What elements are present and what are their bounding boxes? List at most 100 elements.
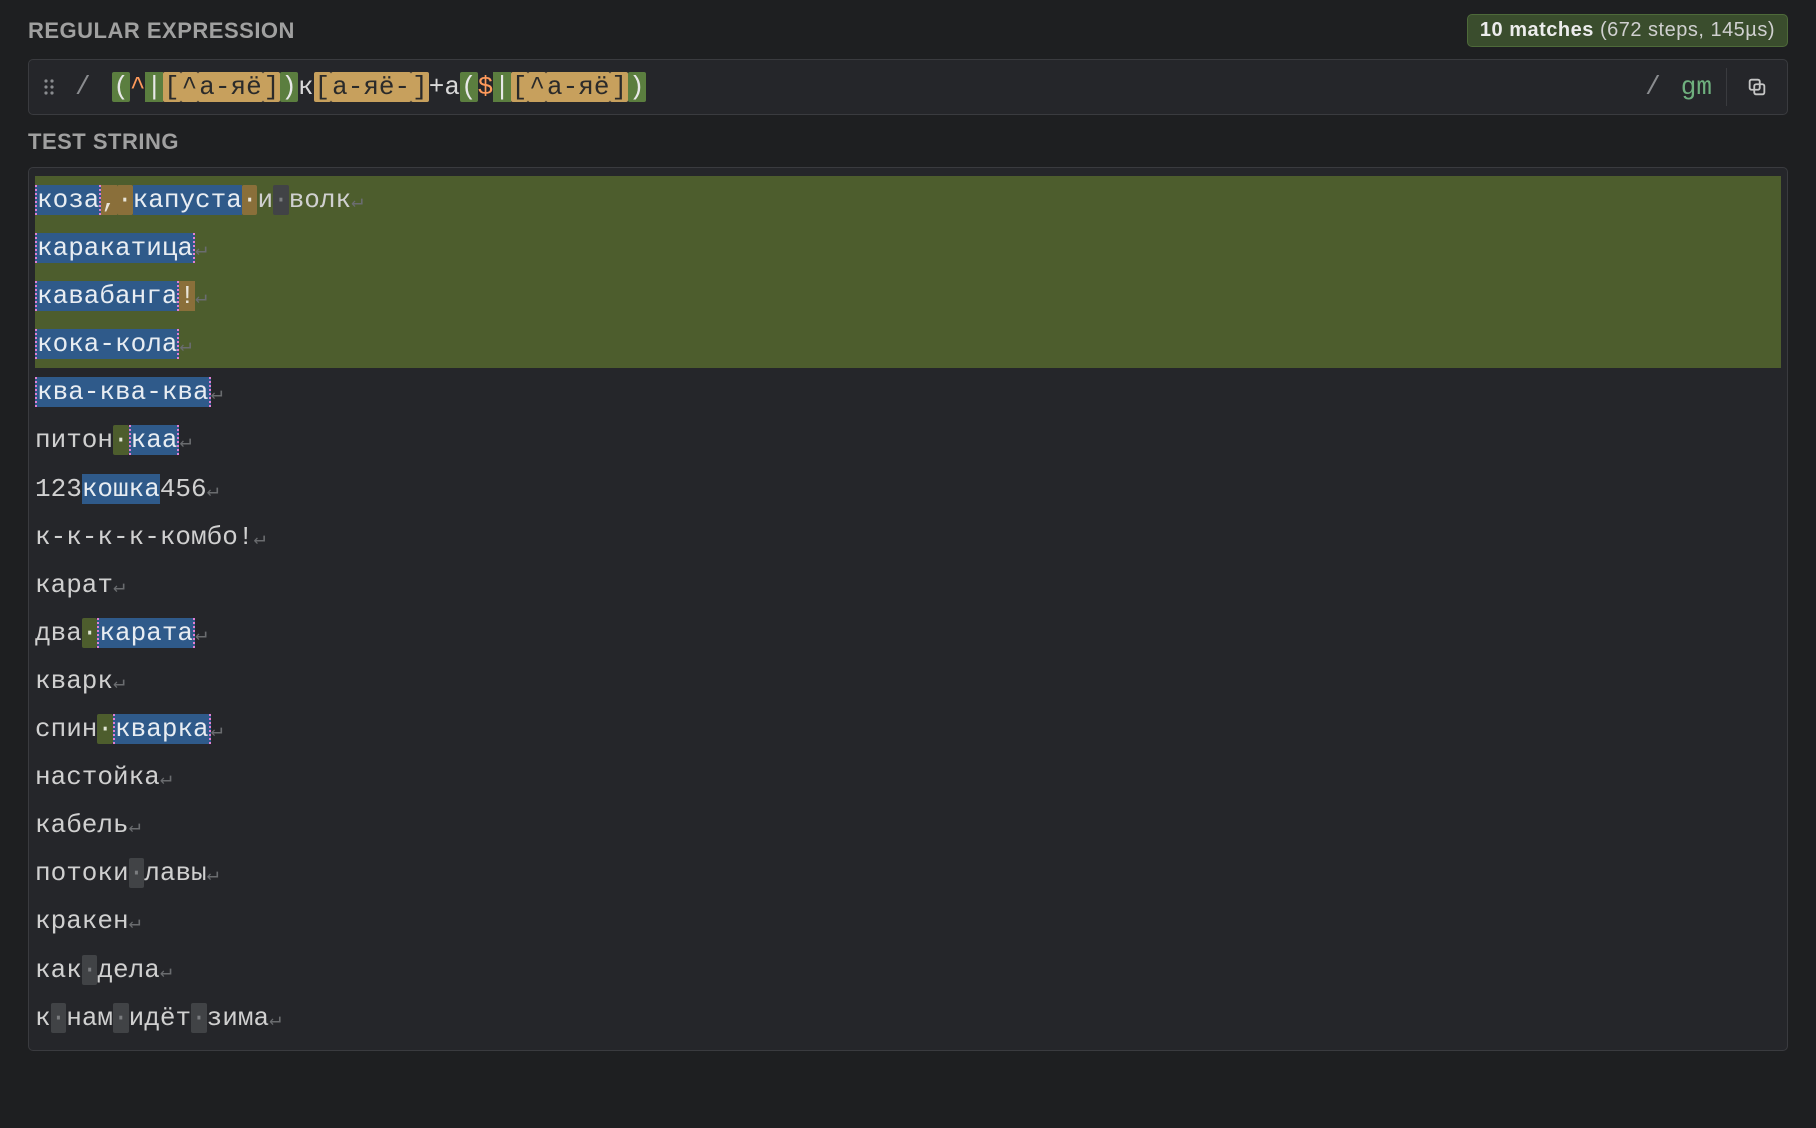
newline-icon: ↵: [179, 335, 191, 358]
test-line: ква-ква-ква↵: [35, 368, 1781, 416]
test-segment: коза: [35, 185, 101, 215]
newline-icon: ↵: [113, 672, 125, 695]
regex-input-bar: / ( ^ | [ ^ а-яё ] ) к [ а-яё- ] + а ( $…: [28, 59, 1788, 115]
regex-alt: |: [493, 72, 511, 102]
test-segment: ·: [242, 185, 258, 215]
test-segment: ·: [191, 1003, 207, 1033]
test-segment: питон: [35, 425, 113, 455]
drag-handle-icon[interactable]: [29, 77, 69, 97]
test-line: как·дела↵: [35, 946, 1781, 994]
test-segment: ·: [113, 425, 129, 455]
newline-icon: ↵: [160, 961, 172, 984]
test-segment: кракен: [35, 906, 129, 936]
test-string-field[interactable]: коза,·капуста·и·волк↵каракатица↵кавабанг…: [28, 167, 1788, 1051]
test-segment: ·: [82, 955, 98, 985]
test-line: 123кошка456↵: [35, 465, 1781, 513]
newline-icon: ↵: [269, 1009, 281, 1032]
test-segment: кошка: [82, 474, 160, 504]
regex-cc-close: ]: [610, 72, 628, 102]
regex-flags[interactable]: gm: [1667, 72, 1726, 102]
regex-cc-body: а-яё: [198, 72, 262, 102]
regex-header: REGULAR EXPRESSION 10 matches (672 steps…: [0, 0, 1816, 59]
regex-cc-open: [: [511, 72, 529, 102]
match-count: 10 matches: [1480, 19, 1594, 41]
newline-icon: ↵: [211, 720, 223, 743]
test-segment: каа: [129, 425, 180, 455]
test-segment: два: [35, 618, 82, 648]
test-segment: ·: [117, 185, 133, 215]
newline-icon: ↵: [207, 480, 219, 503]
newline-icon: ↵: [195, 624, 207, 647]
newline-icon: ↵: [351, 191, 363, 214]
test-segment: к-к-к-к-комбо!: [35, 522, 253, 552]
match-badge: 10 matches (672 steps, 145µs): [1467, 14, 1788, 47]
test-segment: карата: [97, 618, 195, 648]
test-segment: спин: [35, 714, 97, 744]
test-segment: карат: [35, 570, 113, 600]
match-detail: (672 steps, 145µs): [1600, 19, 1775, 41]
test-segment: ·: [51, 1003, 67, 1033]
test-segment: ·: [273, 185, 289, 215]
regex-literal: к: [298, 72, 314, 102]
newline-icon: ↵: [253, 528, 265, 551]
test-segment: кварка: [113, 714, 211, 744]
newline-icon: ↵: [113, 576, 125, 599]
test-line: два·карата↵: [35, 609, 1781, 657]
test-segment: ква-ква-ква: [35, 377, 211, 407]
test-line: кварк↵: [35, 657, 1781, 705]
newline-icon: ↵: [211, 383, 223, 406]
regex-paren: (: [460, 72, 478, 102]
test-line: кракен↵: [35, 897, 1781, 945]
regex-paren: (: [112, 72, 130, 102]
test-segment: ·: [97, 714, 113, 744]
test-line: настойка↵: [35, 753, 1781, 801]
regex-cc-close: ]: [263, 72, 281, 102]
newline-icon: ↵: [179, 431, 191, 454]
test-segment: каракатица: [35, 233, 195, 263]
regex-cc-open: [: [163, 72, 181, 102]
newline-icon: ↵: [195, 287, 207, 310]
test-segment: идёт: [129, 1003, 191, 1033]
regex-dollar: $: [478, 72, 494, 102]
test-segment: настойка: [35, 762, 160, 792]
test-line: кабель↵: [35, 801, 1781, 849]
regex-paren: ): [280, 72, 298, 102]
test-line: коза,·капуста·и·волк↵: [35, 176, 1781, 224]
newline-icon: ↵: [195, 239, 207, 262]
test-segment: потоки: [35, 858, 129, 888]
test-segment: кабель: [35, 810, 129, 840]
regex-pattern-field[interactable]: ( ^ | [ ^ а-яё ] ) к [ а-яё- ] + а ( $ |…: [97, 72, 1640, 102]
test-segment: ·: [129, 858, 145, 888]
test-segment: волк: [289, 185, 351, 215]
test-header: TEST STRING: [0, 115, 1816, 167]
test-line: кока-кола↵: [35, 320, 1781, 368]
regex-slash-open: /: [69, 72, 97, 102]
test-segment: зима: [207, 1003, 269, 1033]
copy-regex-button[interactable]: [1727, 76, 1787, 98]
test-section-title: TEST STRING: [28, 129, 179, 155]
test-line: питон·каа↵: [35, 416, 1781, 464]
regex-cc-open: [: [314, 72, 332, 102]
test-segment: и: [257, 185, 273, 215]
test-segment: как: [35, 955, 82, 985]
test-line: спин·кварка↵: [35, 705, 1781, 753]
regex-cc-neg: ^: [528, 72, 546, 102]
test-line: каракатица↵: [35, 224, 1781, 272]
test-segment: 456: [160, 474, 207, 504]
test-segment: кварк: [35, 666, 113, 696]
regex-section-title: REGULAR EXPRESSION: [28, 18, 295, 44]
regex-slash-close: /: [1639, 72, 1667, 102]
regex-cc-close: ]: [411, 72, 429, 102]
regex-paren: ): [628, 72, 646, 102]
test-line: потоки·лавы↵: [35, 849, 1781, 897]
test-segment: ,: [101, 185, 117, 215]
test-segment: кавабанга: [35, 281, 179, 311]
newline-icon: ↵: [160, 768, 172, 791]
regex-caret: ^: [130, 72, 146, 102]
test-line: кавабанга!↵: [35, 272, 1781, 320]
regex-cc-body: а-яё-: [331, 72, 411, 102]
test-segment: лавы: [144, 858, 206, 888]
test-segment: ·: [82, 618, 98, 648]
newline-icon: ↵: [207, 864, 219, 887]
test-line: к·нам·идёт·зима↵: [35, 994, 1781, 1042]
